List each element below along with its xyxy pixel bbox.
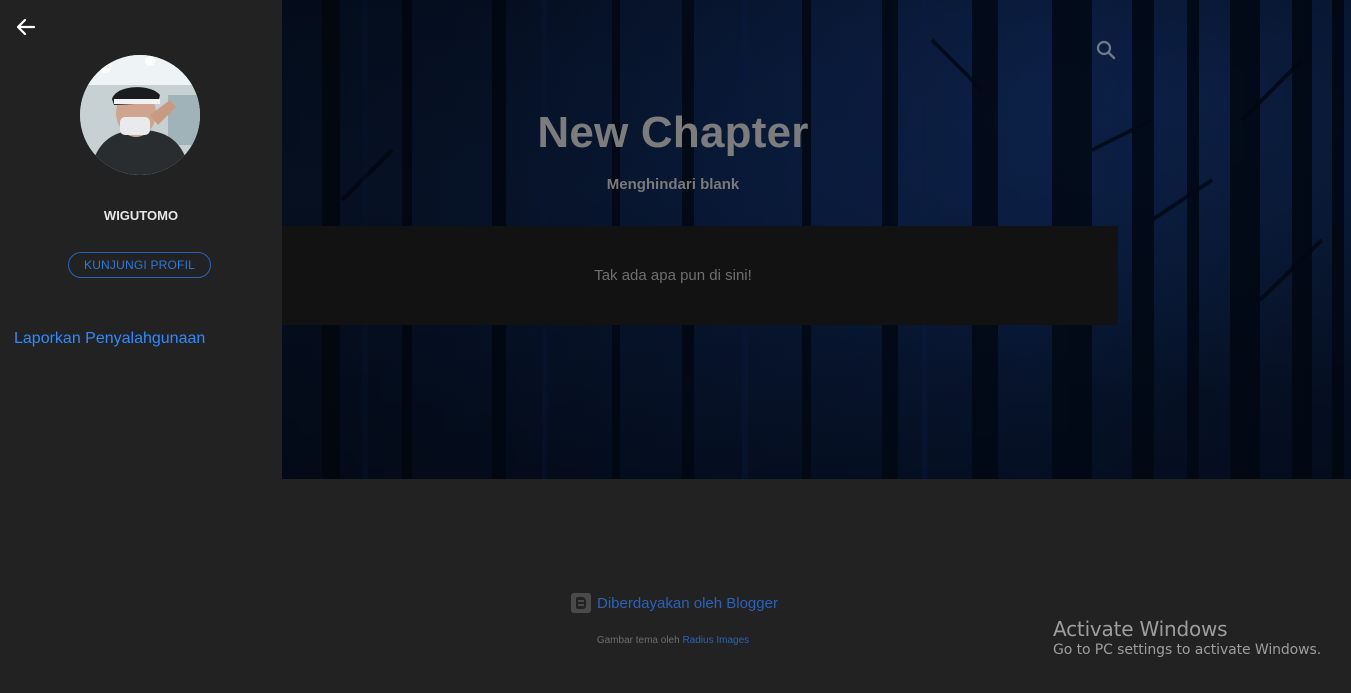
theme-credit: Gambar tema oleh Radius Images [282, 635, 1064, 646]
blog-title[interactable]: New Chapter [282, 108, 1064, 158]
blog-page: New Chapter Menghindari blank Tak ada ap… [0, 0, 1351, 693]
empty-posts-message: Tak ada apa pun di sini! [594, 267, 752, 284]
blogger-logo-icon [571, 593, 591, 613]
posts-container: Tak ada apa pun di sini! [282, 226, 1118, 325]
activate-windows-subtitle: Go to PC settings to activate Windows. [1053, 642, 1322, 658]
search-button[interactable] [1094, 38, 1118, 62]
avatar[interactable] [80, 55, 200, 175]
back-button[interactable] [14, 15, 38, 39]
profile-photo [80, 55, 200, 175]
visit-profile-button[interactable]: KUNJUNGI PROFIL [68, 252, 211, 278]
theme-credit-link[interactable]: Radius Images [682, 635, 749, 646]
report-abuse-link[interactable]: Laporkan Penyalahgunaan [14, 330, 205, 348]
blog-description: Menghindari blank [606, 176, 740, 193]
theme-credit-prefix: Gambar tema oleh [596, 635, 683, 646]
powered-by-blogger-link[interactable]: Diberdayakan oleh Blogger [571, 592, 778, 614]
powered-by-label: Diberdayakan oleh Blogger [597, 594, 778, 612]
profile-sidebar: WIGUTOMO KUNJUNGI PROFIL Laporkan Penyal… [0, 0, 282, 693]
profile-name: WIGUTOMO [103, 208, 179, 223]
search-icon [1096, 40, 1116, 60]
arrow-back-icon [16, 18, 36, 36]
activate-windows-title: Activate Windows [1053, 617, 1228, 641]
